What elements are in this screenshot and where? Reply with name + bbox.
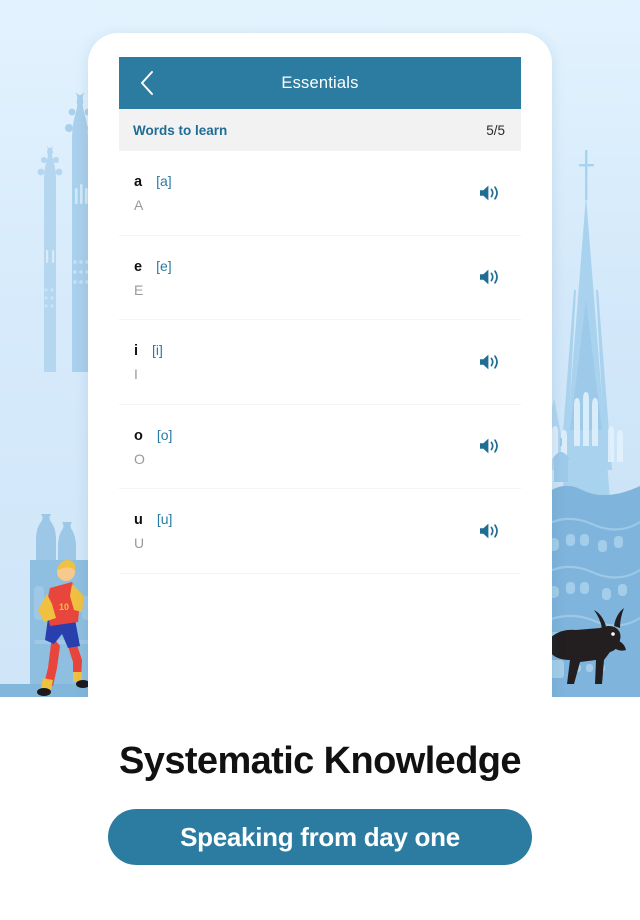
audio-play-button[interactable] (473, 178, 507, 208)
word-row[interactable]: e [e] E (119, 236, 521, 320)
speaker-icon (479, 437, 501, 455)
word-list: a [a] A e [e] E i [i] I o [o] O u [u] U (119, 151, 521, 574)
phone-mockup: Essentials Words to learn 5/5 a [a] A e … (88, 33, 552, 697)
speaker-icon (479, 184, 501, 202)
word-translation: O (134, 450, 145, 467)
promo-stage: 10 Essentials Words to learn 5/5 a [a] A… (0, 0, 640, 697)
word-row[interactable]: u [u] U (119, 489, 521, 574)
word-translation: I (134, 366, 138, 382)
section-count-badge: 5/5 (486, 122, 505, 138)
section-title: Words to learn (133, 122, 228, 138)
phone-screen: Essentials Words to learn 5/5 a [a] A e … (119, 57, 521, 697)
word-term: e (134, 258, 143, 275)
promo-headline: Systematic Knowledge (119, 740, 522, 782)
app-title: Essentials (281, 73, 359, 92)
sagrada-familia-illustration: 10 (0, 0, 100, 697)
word-row[interactable]: i [i] I (119, 320, 521, 405)
chevron-left-icon (139, 70, 155, 96)
word-term: a (134, 174, 143, 190)
word-ipa: [u] (156, 511, 173, 527)
word-term: u (134, 512, 143, 528)
cta-button[interactable]: Speaking from day one (108, 809, 532, 865)
app-header: Essentials (119, 57, 521, 109)
word-translation: U (134, 535, 145, 551)
word-term: i (134, 343, 139, 359)
audio-play-button[interactable] (473, 262, 507, 292)
speaker-icon (479, 268, 501, 286)
svg-text:10: 10 (59, 602, 69, 612)
word-row[interactable]: a [a] A (119, 151, 521, 236)
right-scenery-panel (540, 0, 640, 697)
word-term: o (134, 427, 143, 444)
speaker-icon (479, 522, 501, 540)
cathedral-and-bull-illustration (540, 0, 640, 697)
audio-play-button[interactable] (473, 431, 507, 461)
word-row[interactable]: o [o] O (119, 405, 521, 489)
promo-screenshot: 10 Essentials Words to learn 5/5 a [a] A… (0, 0, 640, 920)
promo-footer: Systematic Knowledge Speaking from day o… (0, 697, 640, 920)
word-ipa: [a] (156, 173, 172, 189)
audio-play-button[interactable] (473, 347, 507, 377)
back-button[interactable] (127, 57, 167, 109)
speaker-icon (479, 353, 501, 371)
word-translation: E (134, 281, 144, 298)
words-to-learn-bar: Words to learn 5/5 (119, 109, 521, 151)
left-scenery-panel: 10 (0, 0, 100, 697)
word-ipa: [i] (152, 342, 163, 358)
word-ipa: [o] (156, 426, 173, 443)
word-translation: A (134, 197, 144, 213)
word-ipa: [e] (156, 257, 172, 274)
audio-play-button[interactable] (473, 516, 507, 546)
